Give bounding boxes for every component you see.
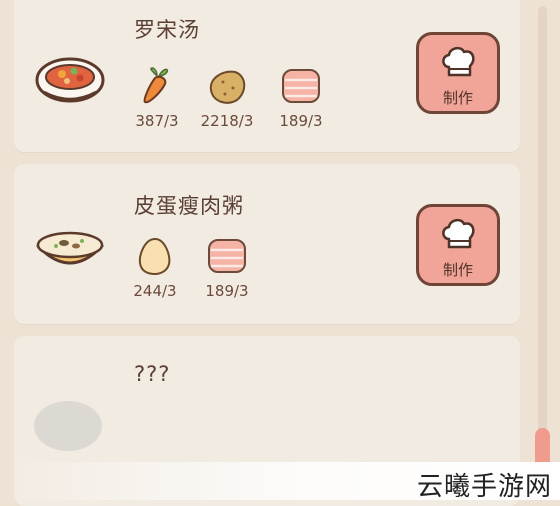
make-button[interactable]: 制作 bbox=[416, 204, 500, 286]
ingredient-qty: 387/3 bbox=[135, 112, 179, 130]
ingredient-meat: 189/3 bbox=[192, 236, 262, 300]
ingredient-egg: 244/3 bbox=[120, 236, 190, 300]
ingredient-potato: 2218/3 bbox=[192, 66, 262, 130]
scroll-track[interactable] bbox=[538, 6, 547, 476]
recipe-title: 罗宋汤 bbox=[134, 18, 200, 42]
carrot-icon bbox=[143, 67, 169, 104]
ingredient-carrot: 387/3 bbox=[122, 66, 192, 130]
make-button[interactable]: 制作 bbox=[416, 32, 500, 114]
potato-icon bbox=[209, 70, 246, 104]
ingredient-meat: 189/3 bbox=[266, 66, 336, 130]
watermark-text: 云曦手游网 bbox=[416, 472, 552, 502]
congee-bowl-icon bbox=[34, 226, 106, 282]
ingredient-qty: 2218/3 bbox=[200, 112, 254, 130]
unknown-dish-icon bbox=[32, 398, 104, 458]
meat-slice-icon bbox=[208, 239, 246, 273]
recipe-card-borscht: 罗宋汤 387/3 2218/3 189/3 制作 bbox=[14, 0, 520, 152]
ingredient-qty: 244/3 bbox=[133, 282, 177, 300]
egg-icon bbox=[138, 237, 171, 276]
recipe-card-congee: 皮蛋瘦肉粥 244/3 189/3 制作 bbox=[14, 164, 520, 324]
chef-hat-icon bbox=[442, 46, 475, 77]
make-button-label: 制作 bbox=[442, 89, 473, 107]
chef-hat-icon bbox=[442, 218, 475, 249]
ingredient-qty: 189/3 bbox=[279, 112, 323, 130]
meat-slice-icon bbox=[282, 69, 320, 103]
ingredient-qty: 189/3 bbox=[205, 282, 249, 300]
scrollbar[interactable] bbox=[534, 0, 550, 500]
make-button-label: 制作 bbox=[442, 261, 473, 279]
borscht-bowl-icon bbox=[34, 56, 106, 110]
recipe-title: 皮蛋瘦肉粥 bbox=[134, 194, 244, 218]
recipe-title: ??? bbox=[134, 362, 171, 386]
